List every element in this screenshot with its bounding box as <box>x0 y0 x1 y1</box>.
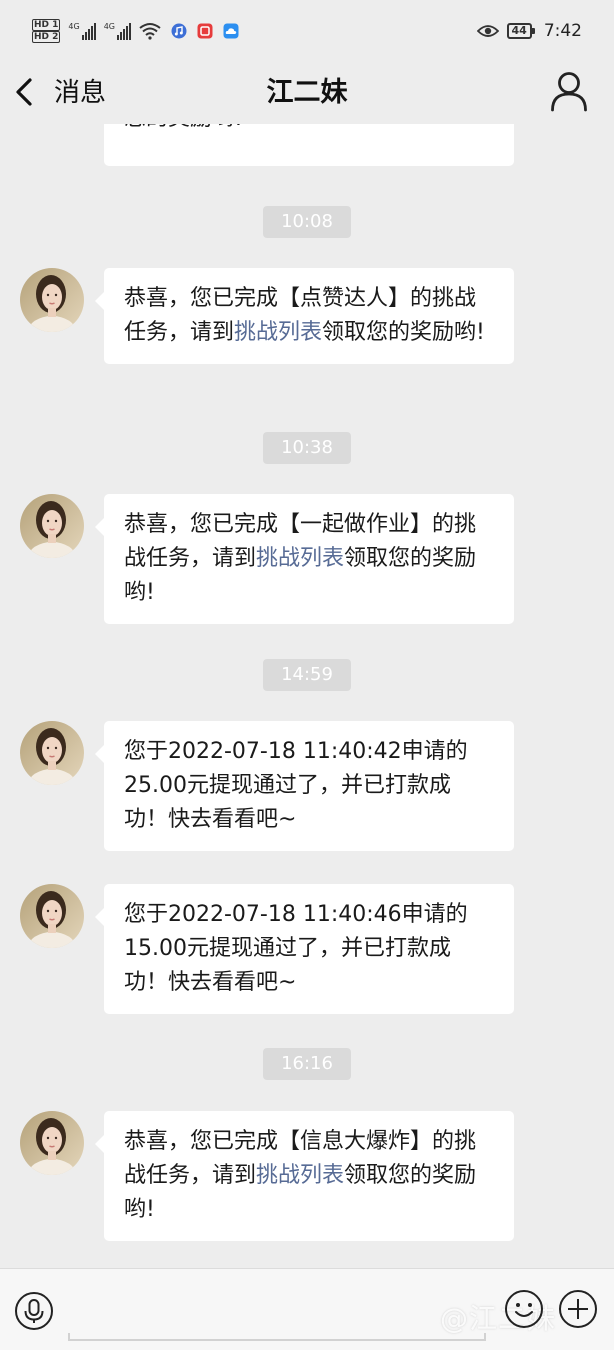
wifi-icon <box>139 23 161 40</box>
voice-icon[interactable] <box>14 1291 54 1331</box>
hd2-indicator: HD 2 <box>32 31 61 43</box>
message-bubble[interactable]: 您的奖励哟! <box>104 124 514 166</box>
challenge-list-link[interactable]: 挑战列表 <box>256 546 344 571</box>
signal-2-icon: 4G <box>104 22 131 40</box>
nav-bar: 消息 江二妹 <box>0 62 614 124</box>
music-icon <box>171 23 187 39</box>
cloud-icon <box>223 23 239 39</box>
signal-1-icon: 4G <box>68 22 96 40</box>
red-app-icon <box>197 23 213 39</box>
timestamp-chip: 14:59 <box>263 659 351 691</box>
message-text: 您于2022-07-18 11:40:42申请的25.00元提现通过了，并已打款… <box>124 739 468 832</box>
message-bubble[interactable]: 您于2022-07-18 11:40:46申请的15.00元提现通过了，并已打款… <box>95 884 514 1014</box>
timestamp-chip: 10:38 <box>263 432 351 464</box>
status-left: HD 1 HD 2 4G 4G <box>32 19 239 43</box>
status-right: 44 7:42 <box>476 21 582 41</box>
challenge-list-link[interactable]: 挑战列表 <box>234 320 322 345</box>
message-bubble[interactable]: 恭喜，您已完成【信息大爆炸】的挑战任务，请到挑战列表领取您的奖励哟! <box>95 1111 514 1241</box>
timestamp-chip: 10:08 <box>263 206 351 238</box>
message-bubble[interactable]: 恭喜，您已完成【一起做作业】的挑战任务，请到挑战列表领取您的奖励哟! <box>95 494 514 624</box>
hd-indicators: HD 1 HD 2 <box>32 19 61 43</box>
page-title: 江二妹 <box>266 77 348 108</box>
status-clock: 7:42 <box>543 21 582 41</box>
hd1-indicator: HD 1 <box>32 19 61 31</box>
input-underline <box>68 1333 486 1341</box>
profile-icon[interactable] <box>550 70 588 112</box>
avatar[interactable] <box>20 494 84 558</box>
avatar[interactable] <box>20 884 84 948</box>
eye-comfort-icon <box>476 25 499 37</box>
plus-icon[interactable] <box>558 1289 598 1329</box>
avatar[interactable] <box>20 1111 84 1175</box>
chat-screen: HD 1 HD 2 4G 4G 44 7:42 消息 江二妹 10:08 恭喜，… <box>0 0 614 1350</box>
avatar[interactable] <box>20 721 84 785</box>
challenge-list-link[interactable]: 挑战列表 <box>256 1163 344 1188</box>
message-text: 您的奖励哟! <box>124 124 243 131</box>
battery-indicator: 44 <box>506 23 536 39</box>
input-bar: @江二妹 <box>0 1268 614 1350</box>
message-text: 领取您的奖励哟! <box>322 320 485 345</box>
avatar[interactable] <box>20 268 84 332</box>
timestamp-chip: 16:16 <box>263 1048 351 1080</box>
emoji-icon[interactable] <box>504 1289 544 1329</box>
message-bubble[interactable]: 恭喜，您已完成【点赞达人】的挑战任务，请到挑战列表领取您的奖励哟! <box>95 268 514 364</box>
message-bubble[interactable]: 您于2022-07-18 11:40:42申请的25.00元提现通过了，并已打款… <box>95 721 514 851</box>
message-text: 您于2022-07-18 11:40:46申请的15.00元提现通过了，并已打款… <box>124 902 468 995</box>
message-list[interactable]: 您的奖励哟! 10:08 恭喜，您已完成【点赞达人】的挑战任务，请到挑战列表领取您… <box>0 124 614 1268</box>
message-input[interactable] <box>70 1293 484 1333</box>
status-bar: HD 1 HD 2 4G 4G 44 7:42 <box>0 0 614 62</box>
